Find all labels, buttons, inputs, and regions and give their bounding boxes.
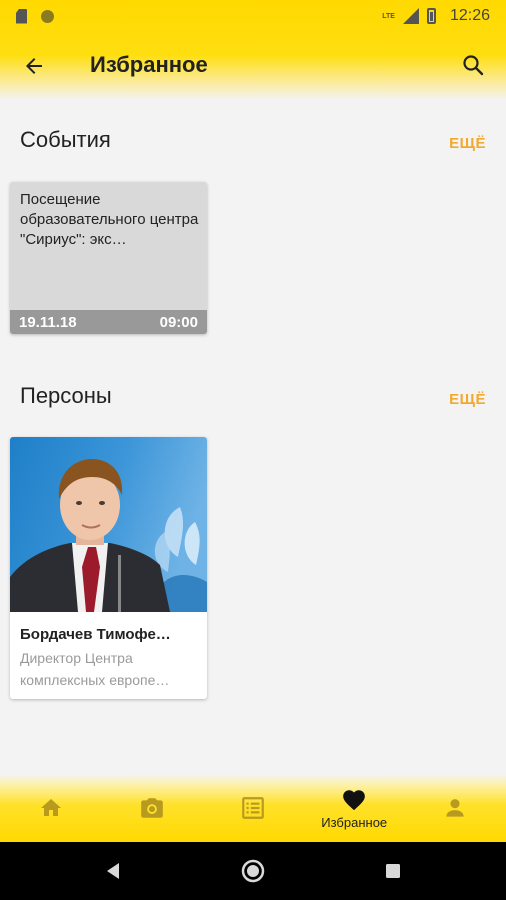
event-date: 19.11.18 <box>19 313 77 331</box>
notification-dot-icon <box>41 9 54 23</box>
system-navigation-bar <box>0 842 506 900</box>
search-icon <box>463 55 484 76</box>
triangle-back-icon <box>107 863 119 879</box>
bottom-navigation: Избранное <box>0 774 506 842</box>
system-recents-button[interactable] <box>323 862 463 880</box>
event-time: 09:00 <box>159 313 198 331</box>
nav-item-list[interactable] <box>202 774 303 842</box>
nav-item-photos[interactable] <box>101 774 202 842</box>
page-title: Избранное <box>90 52 208 77</box>
signal-icon <box>402 8 419 24</box>
person-card[interactable]: Бордачев Тимофе… Директор Центра комплек… <box>10 437 207 699</box>
person-name: Бордачев Тимофе… <box>20 626 171 643</box>
status-bar: LTE 12:26 <box>0 0 506 32</box>
back-button[interactable] <box>20 52 48 80</box>
app-bar: Избранное <box>0 38 506 94</box>
sd-card-icon <box>16 8 27 24</box>
events-section-title: События <box>20 127 111 152</box>
square-recents-icon <box>386 864 400 878</box>
system-back-button[interactable] <box>43 861 183 881</box>
persons-section-title: Персоны <box>20 383 112 408</box>
nav-item-home[interactable] <box>0 774 101 842</box>
heart-icon <box>343 789 366 810</box>
search-button[interactable] <box>458 50 488 80</box>
person-role: Директор Центра комплексных европе… <box>20 650 170 688</box>
network-type: LTE <box>382 12 395 20</box>
camera-icon <box>140 798 163 818</box>
battery-icon <box>426 8 436 24</box>
circle-home-icon <box>241 859 265 883</box>
nav-label-favorites: Избранное <box>321 814 388 830</box>
event-footer: 19.11.18 09:00 <box>10 310 207 334</box>
home-icon <box>40 799 61 816</box>
event-title: Посещение образовательного центра "Сириу… <box>20 191 199 248</box>
arrow-left-icon <box>26 58 42 74</box>
persons-more-link[interactable]: ЕЩЁ <box>449 391 486 408</box>
person-icon <box>446 799 465 817</box>
nav-item-favorites[interactable]: Избранное <box>304 774 405 842</box>
nav-item-profile[interactable] <box>405 774 506 842</box>
person-photo <box>10 437 207 612</box>
system-home-button[interactable] <box>183 859 323 883</box>
event-card[interactable]: Посещение образовательного центра "Сириу… <box>10 182 207 334</box>
status-time: 12:26 <box>449 7 490 24</box>
list-icon <box>242 797 264 819</box>
events-more-link[interactable]: ЕЩЁ <box>449 135 486 152</box>
